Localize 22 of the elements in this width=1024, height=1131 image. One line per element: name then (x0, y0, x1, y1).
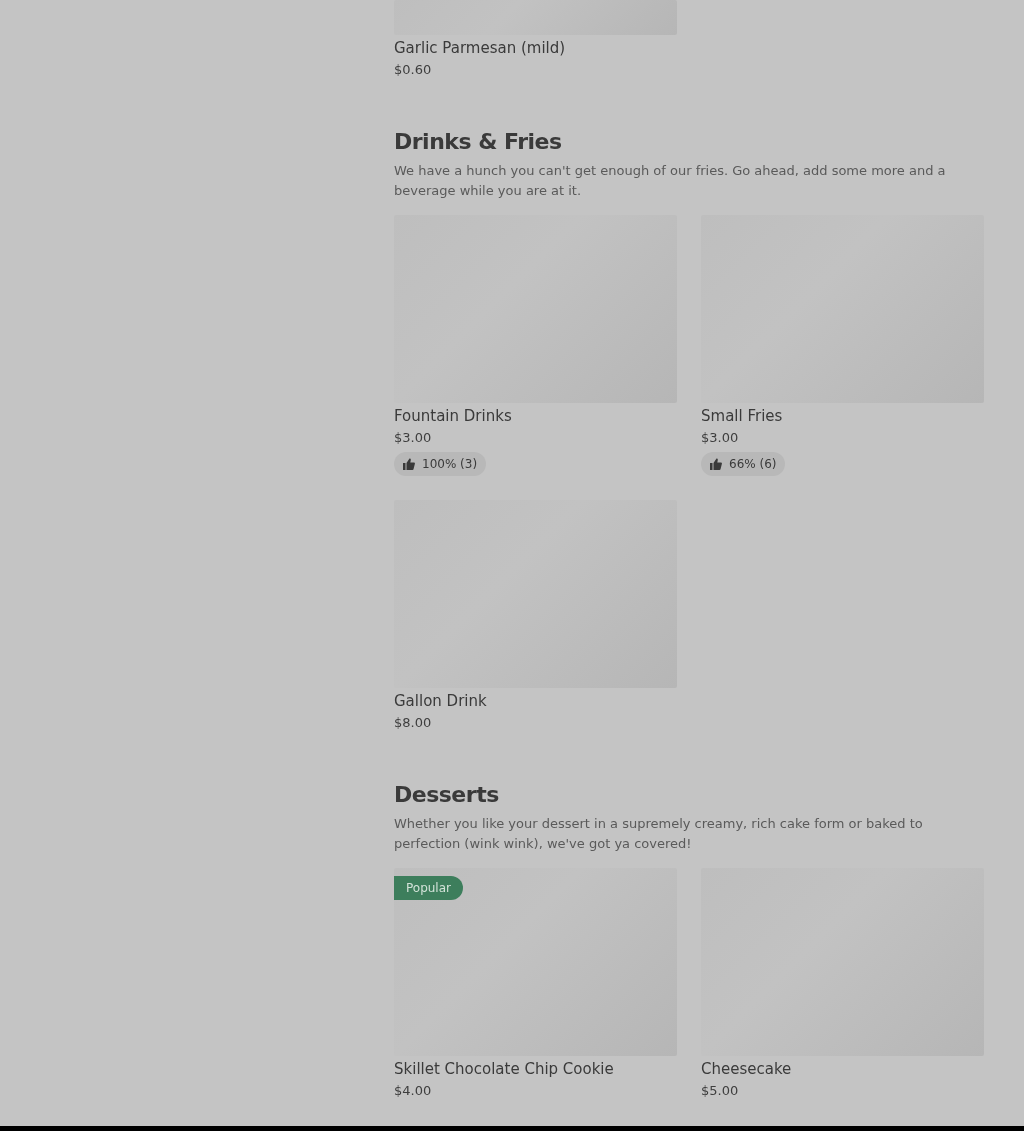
item-price: $3.00 (394, 429, 433, 447)
item-name[interactable]: Gallon Drink (394, 690, 677, 712)
item-name[interactable]: Cheesecake (701, 1058, 984, 1080)
thumbs-up-icon (403, 458, 415, 470)
section-description: Whether you like your dessert in a supremely creamy, rich cake form or baked to perfection (wink wink), we've got ya covered! (394, 815, 924, 853)
rating-text: 66% (6) (729, 457, 777, 471)
popular-badge: Popular (394, 876, 463, 900)
item-price: $4.00 (394, 1082, 433, 1100)
section-heading: Desserts (394, 781, 500, 809)
item-price: $8.00 (394, 714, 433, 732)
section-description: We have a hunch you can't get enough of our fries. Go ahead, add some more and a beverage while you are at it. (394, 162, 947, 200)
item-name[interactable]: Fountain Drinks (394, 405, 677, 427)
item-price: $3.00 (701, 429, 740, 447)
item-name[interactable]: Garlic Parmesan (mild) (394, 37, 984, 59)
rating-text: 100% (3) (422, 457, 478, 471)
item-price: $5.00 (701, 1082, 740, 1100)
item-name[interactable]: Skillet Chocolate Chip Cookie (394, 1058, 677, 1080)
item-price: $0.60 (394, 61, 433, 79)
thumbs-up-icon (710, 458, 722, 470)
section-heading: Drinks & Fries (394, 128, 563, 156)
item-name[interactable]: Small Fries (701, 405, 984, 427)
image-placeholder[interactable] (394, 868, 677, 1056)
